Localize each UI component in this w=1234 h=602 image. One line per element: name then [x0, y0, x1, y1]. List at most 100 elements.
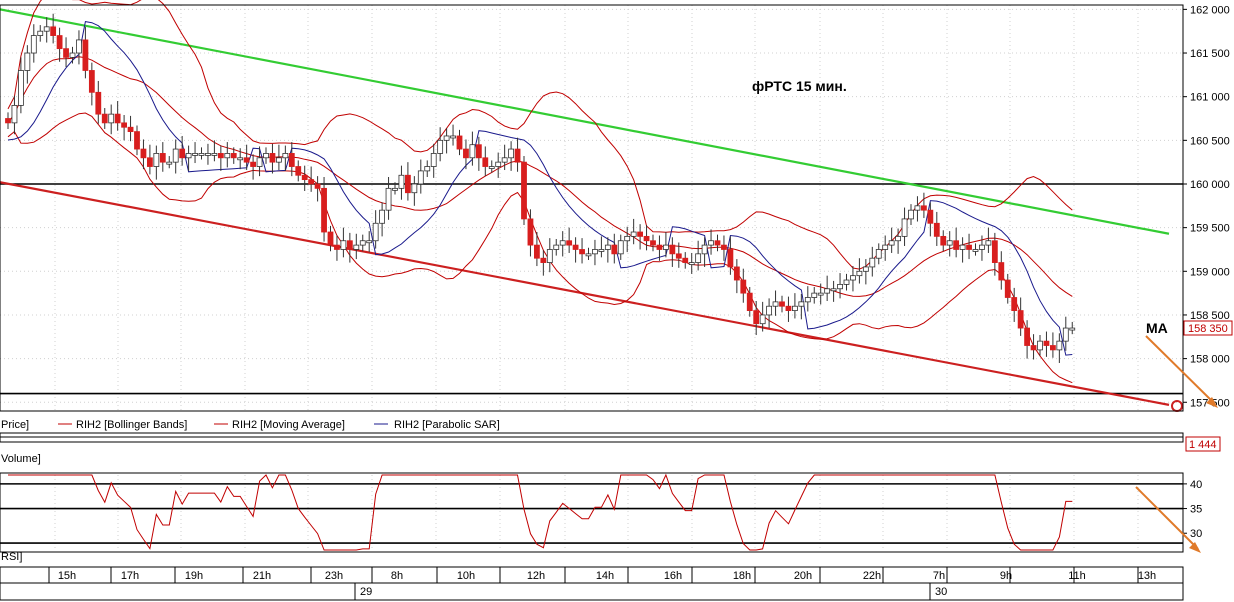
candle-body — [1043, 340, 1050, 346]
candle-body — [101, 113, 108, 124]
candle-body — [198, 153, 205, 156]
candle-body — [534, 244, 540, 259]
hour-label: 21h — [253, 570, 271, 582]
price-tick-label: 160 500 — [1190, 135, 1230, 147]
candle-body — [282, 153, 289, 159]
candle-body — [211, 153, 218, 156]
rsi-tick-label: 30 — [1190, 528, 1202, 540]
candle-body — [417, 170, 424, 185]
chart-grid — [0, 5, 1183, 550]
sar-line — [7, 21, 1073, 356]
hour-label: 22h — [863, 570, 881, 582]
candle-body — [617, 240, 624, 255]
moving-average-line — [7, 56, 1073, 297]
candle-body — [546, 249, 553, 263]
candle-body — [708, 240, 714, 246]
forecast-arrow-rsi — [1135, 486, 1199, 550]
candle-body — [888, 240, 895, 246]
candle-body — [998, 262, 1005, 281]
candle-body — [1069, 327, 1076, 331]
candle-body — [572, 244, 579, 250]
candle-body — [404, 174, 411, 194]
candle-body — [301, 174, 308, 181]
rsi-axis: 40 35 30 — [0, 479, 1202, 544]
volume-tag: 1 444 — [1189, 439, 1217, 451]
hour-label: 15h — [58, 570, 76, 582]
hour-label: 13h — [1138, 570, 1156, 582]
candle-body — [946, 240, 953, 246]
candle-body — [372, 222, 379, 242]
trendline-lower — [0, 181, 1170, 406]
candle-body — [1011, 297, 1018, 311]
day-label: 30 — [935, 586, 947, 598]
moving-average — [7, 56, 1073, 297]
chart-canvas: 162 000 161 500 161 000 160 500 160 000 159 5… — [0, 0, 1233, 601]
candle-body — [1017, 310, 1024, 329]
candle-body — [430, 153, 437, 167]
candle-body — [501, 157, 508, 163]
candle-body — [327, 231, 334, 246]
candle-body — [972, 249, 979, 252]
candle-body — [217, 153, 224, 159]
rsi-label: RSI] — [1, 551, 22, 563]
candle-body — [88, 70, 95, 93]
candle-body — [269, 153, 276, 163]
candle-body — [450, 135, 456, 139]
candle-body — [185, 153, 192, 159]
candle-body — [385, 187, 392, 211]
candle-body — [895, 235, 901, 242]
legend-sar: RIH2 [Parabolic SAR] — [394, 419, 500, 431]
candle-body — [663, 244, 669, 250]
rsi-tick-label: 40 — [1190, 479, 1202, 491]
candle-body — [392, 187, 398, 191]
legend-price: Price] — [1, 419, 29, 431]
candle-body — [17, 70, 24, 106]
candle-body — [340, 240, 347, 250]
candle-body — [114, 113, 121, 124]
candle-body — [353, 244, 360, 250]
candle-body — [69, 52, 76, 58]
candle-body — [792, 305, 798, 311]
candle-body — [766, 305, 772, 316]
candle-body — [11, 105, 18, 124]
rsi-tick-label: 35 — [1190, 504, 1202, 516]
candle-body — [850, 275, 856, 281]
candle-body — [953, 240, 960, 250]
candle-body — [82, 39, 89, 71]
candle-body — [746, 292, 753, 311]
hour-label: 18h — [733, 570, 751, 582]
candle-body — [759, 314, 766, 325]
candle-body — [398, 174, 405, 189]
candle-body — [772, 301, 779, 307]
candle-body — [701, 244, 708, 255]
hour-label: 11h — [1068, 570, 1086, 582]
candle-body — [540, 257, 547, 263]
candle-body — [908, 209, 914, 220]
candle-body — [495, 161, 502, 167]
candle-body — [985, 240, 992, 246]
candle-body — [553, 244, 560, 250]
candle-body — [379, 209, 386, 224]
candle-body — [604, 244, 611, 250]
candle-body — [205, 153, 211, 156]
candle-body — [263, 153, 269, 159]
candle-body — [443, 135, 450, 141]
candle-body — [675, 253, 682, 259]
candle-body — [592, 249, 598, 255]
candle-body — [733, 266, 740, 281]
candle-body — [521, 161, 527, 220]
price-tick-label: 160 000 — [1190, 179, 1230, 191]
candle-body — [314, 183, 321, 189]
candle-body — [437, 139, 444, 154]
hour-label: 23h — [325, 570, 343, 582]
candle-body — [321, 187, 327, 233]
candle-body — [669, 244, 676, 255]
candle-body — [24, 52, 31, 71]
candle-body — [237, 157, 244, 161]
legend-ma: RIH2 [Moving Average] — [232, 419, 345, 431]
candle-body — [424, 166, 431, 172]
candle-body — [166, 161, 173, 165]
candle-body — [837, 283, 843, 290]
candle-body — [656, 244, 663, 250]
panel-frame-0 — [0, 4, 1184, 412]
